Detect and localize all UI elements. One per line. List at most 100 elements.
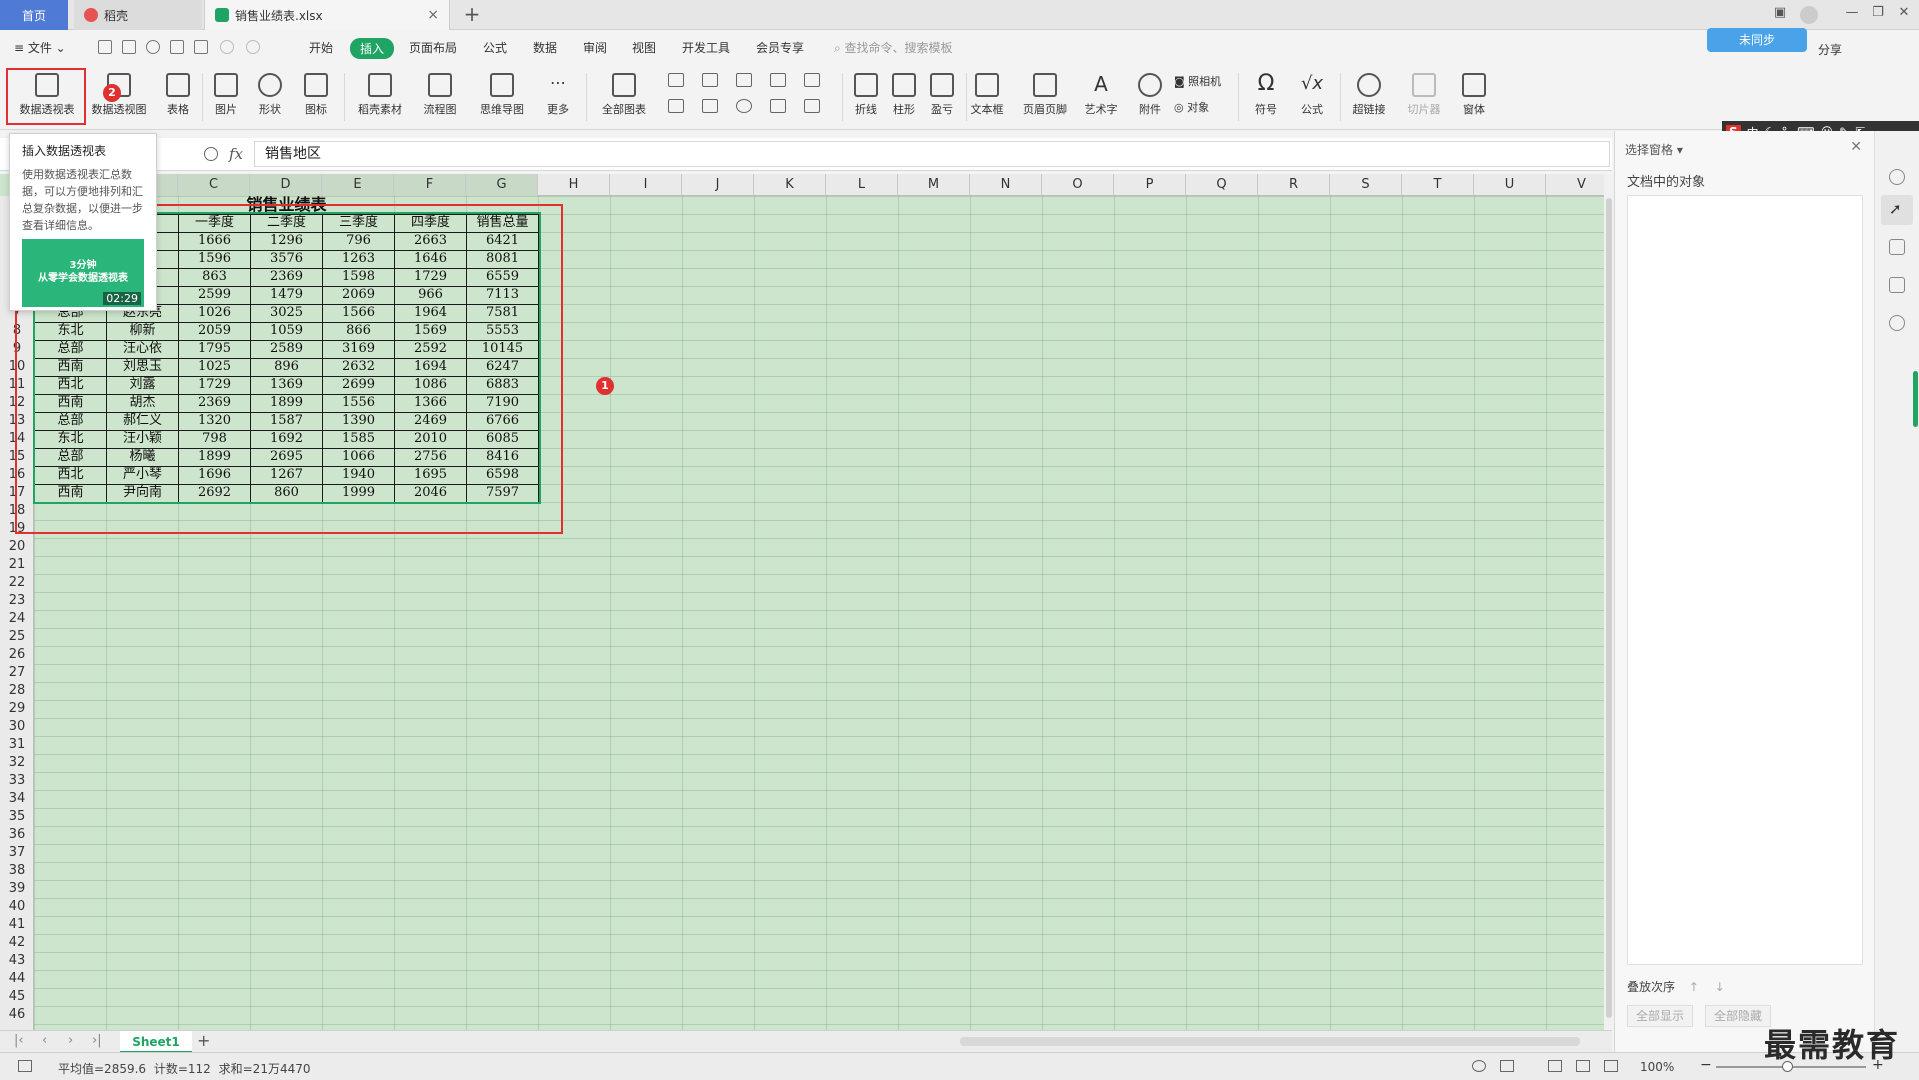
column-header[interactable]: G xyxy=(466,174,538,196)
help-icon[interactable] xyxy=(1889,315,1905,331)
object-button[interactable]: ◎ 对象 xyxy=(1174,99,1209,115)
vertical-scrollbar[interactable] xyxy=(1604,174,1614,1030)
menu-developer[interactable]: 开发工具 xyxy=(682,39,730,56)
scatter-chart-icon[interactable] xyxy=(770,99,798,115)
column-header[interactable]: O xyxy=(1042,174,1114,196)
slicer-button[interactable]: 切片器 xyxy=(1404,70,1444,125)
combo-chart-icon[interactable] xyxy=(702,99,730,115)
share-button[interactable]: 分享 xyxy=(1818,41,1842,58)
header-footer-button[interactable]: 页眉页脚 xyxy=(1018,70,1072,125)
row-header[interactable]: 24 xyxy=(0,610,34,628)
shape-button[interactable]: 形状 xyxy=(252,70,288,125)
column-header[interactable]: J xyxy=(682,174,754,196)
column-header[interactable]: P xyxy=(1114,174,1186,196)
flowchart-button[interactable]: 流程图 xyxy=(416,70,464,125)
formula-button[interactable]: √x 公式 xyxy=(1292,70,1332,125)
column-header[interactable]: N xyxy=(970,174,1042,196)
row-header[interactable]: 32 xyxy=(0,754,34,772)
row-header[interactable]: 42 xyxy=(0,934,34,952)
column-header[interactable]: S xyxy=(1330,174,1402,196)
row-header[interactable]: 33 xyxy=(0,772,34,790)
daoke-material-button[interactable]: 稻壳素材 xyxy=(352,70,408,125)
menu-member[interactable]: 会员专享 xyxy=(756,39,804,56)
column-header[interactable]: E xyxy=(322,174,394,196)
wordart-button[interactable]: A 艺术字 xyxy=(1078,70,1124,125)
new-doc-icon[interactable] xyxy=(98,40,112,54)
macro-record-icon[interactable] xyxy=(18,1060,32,1072)
menu-insert[interactable]: 插入 xyxy=(350,38,395,59)
row-header[interactable]: 45 xyxy=(0,988,34,1006)
zoom-slider[interactable] xyxy=(1716,1061,1866,1072)
sparkline-line-button[interactable]: 折线 xyxy=(848,70,884,125)
prev-sheet-icon[interactable]: ‹ xyxy=(42,1033,47,1048)
new-tab-button[interactable]: + xyxy=(460,3,484,27)
fx-icon[interactable]: fx xyxy=(229,145,243,163)
more-button[interactable]: ⋯ 更多 xyxy=(540,70,576,125)
camera-button[interactable]: ◙ 照相机 xyxy=(1174,73,1221,89)
mindmap-button[interactable]: 思维导图 xyxy=(472,70,532,125)
hyperlink-button[interactable]: 超链接 xyxy=(1346,70,1392,125)
menu-page-layout[interactable]: 页面布局 xyxy=(409,39,457,56)
zoom-level[interactable]: 100% xyxy=(1640,1060,1674,1074)
row-header[interactable]: 23 xyxy=(0,592,34,610)
tutorial-video-thumbnail[interactable]: 3分钟 从零学会数据透视表 02:29 xyxy=(22,239,144,307)
selection-pane-title[interactable]: 选择窗格 ▾ xyxy=(1625,141,1683,158)
save-icon[interactable] xyxy=(122,40,136,54)
redo-icon[interactable] xyxy=(246,40,260,54)
properties-icon[interactable] xyxy=(1889,239,1905,255)
column-header[interactable]: K xyxy=(754,174,826,196)
avatar[interactable] xyxy=(1800,6,1818,24)
zoom-out-icon[interactable]: − xyxy=(1700,1057,1712,1073)
window-mode-icon[interactable]: ▣ xyxy=(1768,5,1792,25)
radar-chart-icon[interactable] xyxy=(770,73,798,89)
hide-all-button[interactable]: 全部隐藏 xyxy=(1705,1005,1772,1027)
menu-view[interactable]: 视图 xyxy=(632,39,656,56)
row-header[interactable]: 34 xyxy=(0,790,34,808)
picture-button[interactable]: 图片 xyxy=(208,70,244,125)
row-header[interactable]: 30 xyxy=(0,718,34,736)
close-window-icon[interactable]: ✕ xyxy=(1892,5,1916,25)
vertical-scroll-thumb[interactable] xyxy=(1606,198,1612,1018)
menu-data[interactable]: 数据 xyxy=(533,39,557,56)
row-header[interactable]: 35 xyxy=(0,808,34,826)
find-icon[interactable] xyxy=(194,40,208,54)
rocket-icon[interactable] xyxy=(1889,169,1905,185)
textbox-button[interactable]: 文本框 xyxy=(962,70,1012,125)
row-header[interactable]: 43 xyxy=(0,952,34,970)
attachment-button[interactable]: 附件 xyxy=(1132,70,1168,125)
menu-review[interactable]: 审阅 xyxy=(583,39,607,56)
row-header[interactable]: 29 xyxy=(0,700,34,718)
cloud-sync-button[interactable]: 未同步 xyxy=(1707,28,1807,52)
stock-chart-icon[interactable] xyxy=(804,73,832,89)
undo-icon[interactable] xyxy=(220,40,234,54)
column-header[interactable]: L xyxy=(826,174,898,196)
print-icon[interactable] xyxy=(170,40,184,54)
column-header[interactable]: I xyxy=(610,174,682,196)
print-preview-icon[interactable] xyxy=(146,40,160,54)
row-header[interactable]: 31 xyxy=(0,736,34,754)
last-sheet-icon[interactable]: ›| xyxy=(92,1033,102,1048)
table-button[interactable]: 表格 xyxy=(160,70,196,125)
waterfall-chart-icon[interactable] xyxy=(804,99,832,115)
transform-icon[interactable] xyxy=(1889,277,1905,293)
row-header[interactable]: 46 xyxy=(0,1006,34,1024)
row-header[interactable]: 38 xyxy=(0,862,34,880)
file-menu[interactable]: ≡ 文件 ⌄ xyxy=(14,39,66,56)
minimize-icon[interactable]: — xyxy=(1840,5,1864,25)
send-backward-icon[interactable]: ↓ xyxy=(1715,980,1725,994)
column-header[interactable]: F xyxy=(394,174,466,196)
close-pane-icon[interactable]: ✕ xyxy=(1850,139,1862,155)
row-header[interactable]: 25 xyxy=(0,628,34,646)
column-header[interactable]: H xyxy=(538,174,610,196)
column-header[interactable]: Q xyxy=(1186,174,1258,196)
all-charts-button[interactable]: 全部图表 xyxy=(594,70,654,125)
column-header[interactable]: C xyxy=(178,174,250,196)
column-chart-icon[interactable] xyxy=(668,73,696,89)
row-header[interactable]: 44 xyxy=(0,970,34,988)
column-header[interactable]: T xyxy=(1402,174,1474,196)
tab-daoke[interactable]: 稻壳 xyxy=(74,0,202,30)
line-chart-icon[interactable] xyxy=(736,73,764,89)
row-header[interactable]: 39 xyxy=(0,880,34,898)
column-header[interactable]: D xyxy=(250,174,322,196)
symbol-button[interactable]: Ω 符号 xyxy=(1246,70,1286,125)
